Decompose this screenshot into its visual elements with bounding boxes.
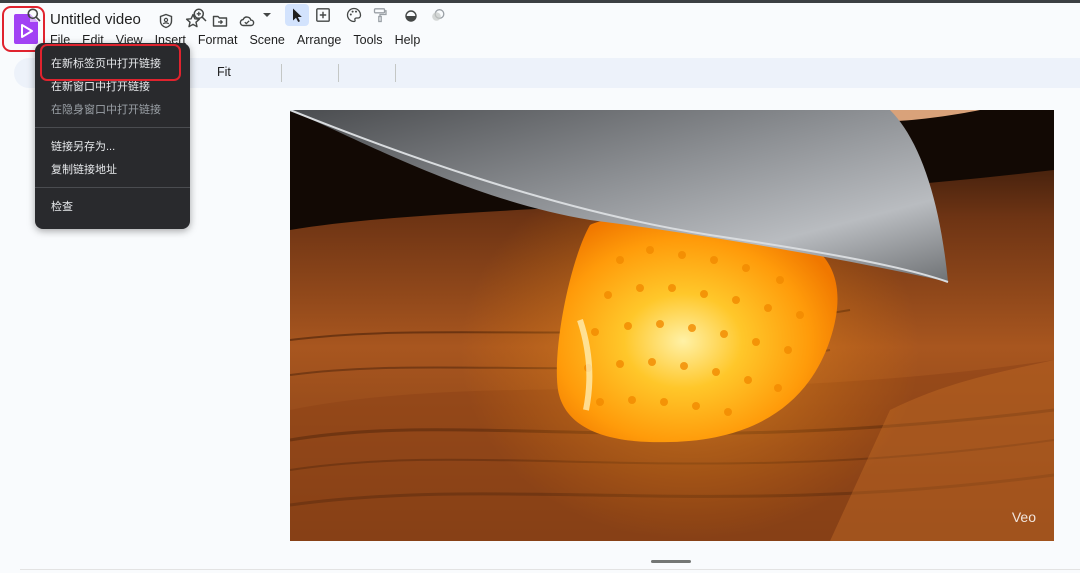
menu-help[interactable]: Help (395, 33, 421, 47)
select-cursor-icon[interactable] (285, 4, 309, 26)
video-frame-image (290, 110, 1054, 541)
toolbar-separator (338, 64, 339, 82)
video-preview[interactable]: Veo (290, 110, 1054, 541)
dropdown-arrow-icon[interactable] (260, 4, 274, 26)
palette-icon[interactable] (343, 4, 365, 26)
context-menu-item-save-link-as[interactable]: 链接另存为... (51, 140, 115, 154)
bottom-divider (20, 569, 1080, 570)
menu-item-highlight-box (40, 44, 181, 81)
menu-arrange[interactable]: Arrange (297, 33, 341, 47)
effects-icon[interactable] (427, 4, 449, 26)
zoom-value[interactable]: Fit (217, 65, 231, 79)
toolbar-separator (281, 64, 282, 82)
toolbar-separator (395, 64, 396, 82)
zoom-icon[interactable] (190, 4, 210, 26)
cloud-saved-icon[interactable] (239, 13, 255, 29)
video-watermark: Veo (1011, 509, 1036, 525)
search-icon[interactable] (24, 4, 44, 26)
window-top-border (0, 0, 1080, 3)
menu-scene[interactable]: Scene (249, 33, 284, 47)
move-to-folder-icon[interactable] (212, 13, 228, 29)
context-menu-item-open-incognito: 在隐身窗口中打开链接 (51, 104, 161, 116)
resize-handle[interactable] (651, 560, 691, 563)
document-title[interactable]: Untitled video (50, 11, 141, 28)
add-textbox-icon[interactable] (312, 4, 334, 26)
context-menu-separator (35, 127, 190, 128)
paint-format-icon[interactable] (369, 4, 391, 26)
context-menu-item-inspect[interactable]: 检查 (51, 200, 73, 214)
context-menu-item-open-new-window[interactable]: 在新窗口中打开链接 (51, 80, 150, 94)
menu-tools[interactable]: Tools (353, 33, 382, 47)
context-menu-item-copy-link[interactable]: 复制链接地址 (51, 163, 117, 177)
shield-icon[interactable] (158, 13, 174, 29)
menu-format[interactable]: Format (198, 33, 238, 47)
fill-color-icon[interactable] (400, 4, 422, 26)
context-menu-separator (35, 187, 190, 188)
